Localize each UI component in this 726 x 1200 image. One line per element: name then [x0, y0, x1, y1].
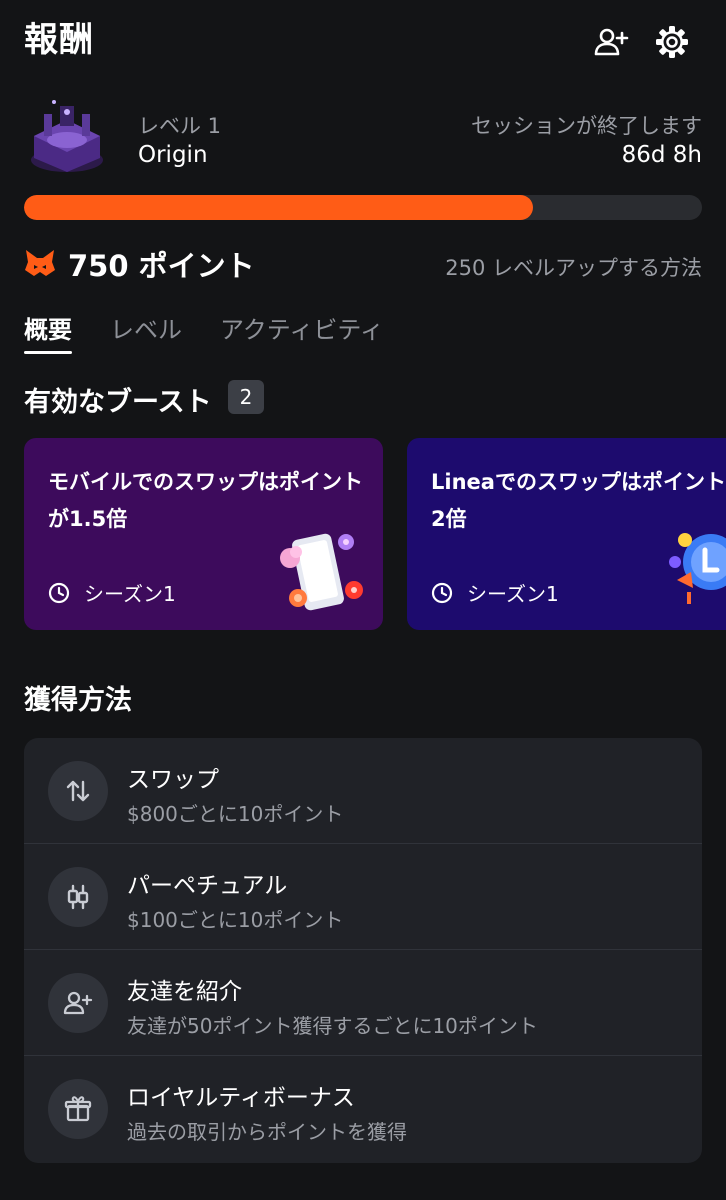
level-badge-image [24, 96, 110, 182]
boost-card-linea-swap[interactable]: Lineaでのスワップはポイントが2倍 シーズン1 [407, 438, 726, 630]
level-label: レベル 1 [138, 114, 222, 138]
level-up-link[interactable]: 250 レベルアップする方法 [445, 252, 702, 282]
boost-card-title: モバイルでのスワップはポイントが1.5倍 [48, 470, 363, 531]
session-end-value: 86d 8h [621, 142, 702, 168]
header: 報酬 [0, 0, 726, 80]
tab-overview[interactable]: 概要 [24, 310, 72, 354]
level-progress-bar [24, 195, 702, 220]
earn-item-name: スワップ [127, 767, 219, 793]
settings-button[interactable] [652, 22, 692, 62]
earn-item-perpetual[interactable]: パーペチュアル $100ごとに10ポイント [24, 844, 702, 950]
tab-activity[interactable]: アクティビティ [220, 310, 384, 354]
earn-item-loyalty-bonus[interactable]: ロイヤルティボーナス 過去の取引からポイントを獲得 [24, 1056, 702, 1162]
level-name: Origin [138, 142, 208, 168]
gear-icon [656, 26, 688, 58]
swap-arrows-icon [48, 761, 108, 821]
tab-bar: 概要 レベル アクティビティ [24, 310, 384, 354]
earn-item-name: 友達を紹介 [127, 979, 242, 1005]
earn-item-description: 友達が50ポイント獲得するごとに10ポイント [127, 1014, 538, 1038]
boost-card-season: シーズン1 [48, 578, 176, 607]
earn-item-name: パーペチュアル [127, 873, 288, 899]
earn-methods-list: スワップ $800ごとに10ポイント パーペチュアル $100ごとに10ポイント [24, 738, 702, 1163]
active-boosts-count-badge: 2 [228, 380, 264, 414]
page-title: 報酬 [24, 20, 94, 60]
earn-item-name: ロイヤルティボーナス [127, 1085, 355, 1111]
boost-card-season-label: シーズン1 [467, 582, 559, 606]
boost-card-mobile-swap[interactable]: モバイルでのスワップはポイントが1.5倍 シーズン1 [24, 438, 383, 630]
person-add-icon [594, 28, 629, 56]
candlestick-icon [48, 867, 108, 927]
points-total: 750 ポイント [68, 243, 255, 285]
session-end-label: セッションが終了します [471, 114, 702, 138]
earn-methods-title: 獲得方法 [24, 685, 132, 716]
metamask-fox-icon [24, 248, 56, 278]
earn-item-refer-friend[interactable]: 友達を紹介 友達が50ポイント獲得するごとに10ポイント [24, 950, 702, 1056]
linea-coin-illustration [669, 533, 726, 604]
earn-item-description: 過去の取引からポイントを獲得 [127, 1120, 407, 1144]
points-value: 750 [68, 249, 129, 283]
phone-illustration [280, 533, 363, 611]
earn-item-description: $800ごとに10ポイント [127, 802, 344, 826]
points-unit: ポイント [138, 249, 255, 283]
earn-item-swap[interactable]: スワップ $800ごとに10ポイント [24, 738, 702, 844]
add-friend-button[interactable] [592, 22, 632, 62]
level-progress-fill [24, 195, 533, 220]
clock-icon [431, 582, 453, 603]
earn-item-description: $100ごとに10ポイント [127, 908, 344, 932]
tab-level[interactable]: レベル [110, 310, 182, 354]
clock-icon [48, 582, 70, 603]
rewards-page: 報酬 レベル 1 Origin セッションが終了します 86d 8h 750 ポ… [0, 0, 726, 1200]
person-add-icon [48, 973, 108, 1033]
gift-icon [48, 1079, 108, 1139]
boost-card-season: シーズン1 [431, 578, 559, 607]
active-boosts-title: 有効なブースト [24, 387, 212, 418]
boost-card-season-label: シーズン1 [84, 582, 176, 606]
